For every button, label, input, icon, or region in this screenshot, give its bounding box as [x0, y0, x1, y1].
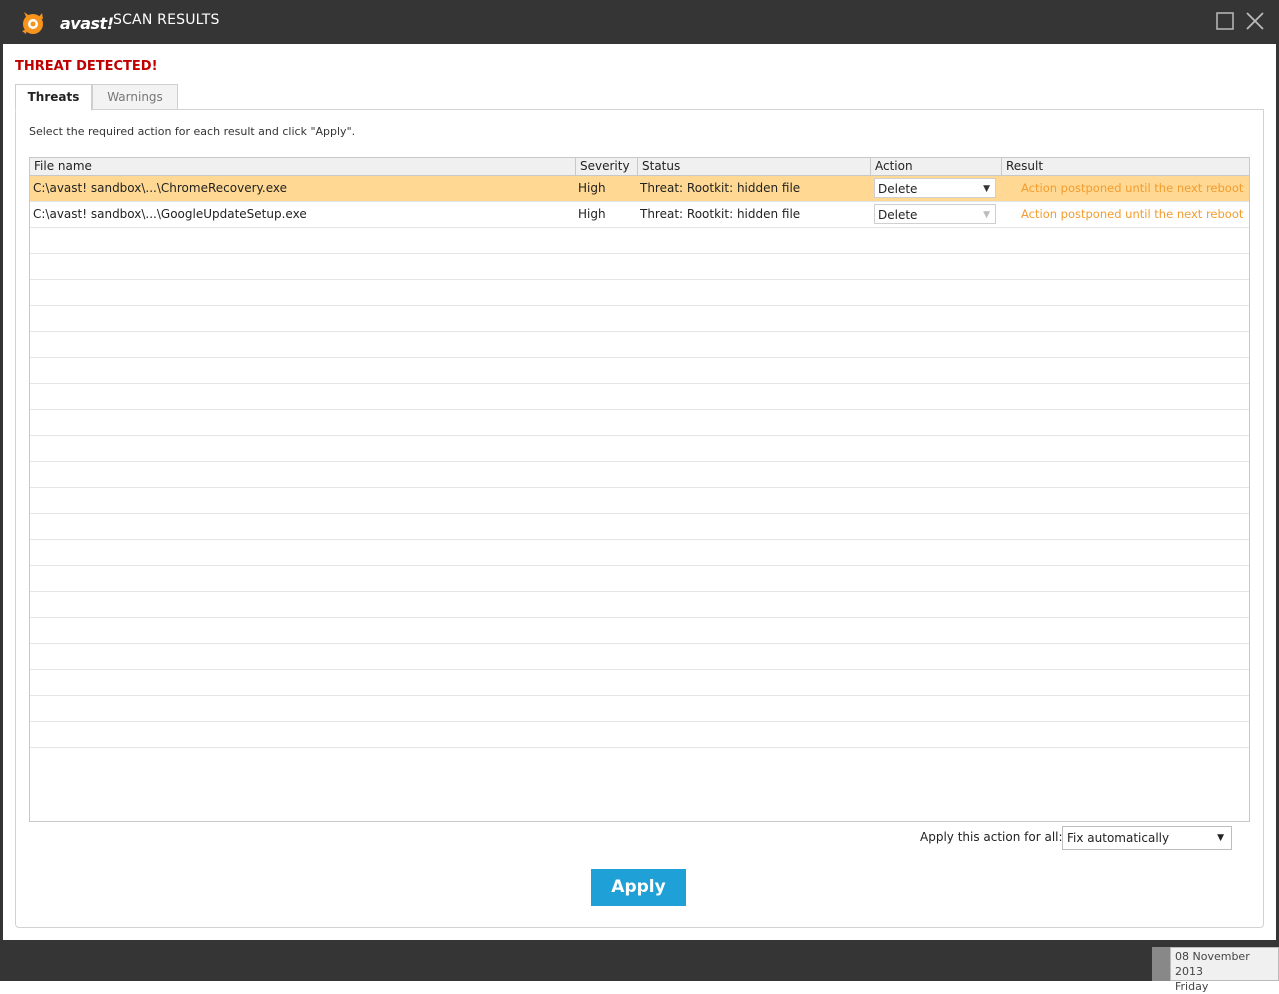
- empty-row: [30, 436, 1249, 462]
- results-table: File name Severity Status Action Result …: [29, 157, 1250, 822]
- window-title: SCAN RESULTS: [113, 12, 220, 28]
- empty-row: [30, 280, 1249, 306]
- window-border-left: [0, 44, 3, 940]
- empty-row: [30, 540, 1249, 566]
- title-bar: avast! SCAN RESULTS: [0, 0, 1279, 44]
- empty-row: [30, 228, 1249, 254]
- empty-row: [30, 384, 1249, 410]
- empty-row: [30, 488, 1249, 514]
- threat-alert-heading: THREAT DETECTED!: [15, 59, 158, 74]
- action-dropdown[interactable]: Delete ▼: [874, 204, 996, 224]
- taskbar-button[interactable]: [1152, 947, 1170, 981]
- empty-row: [30, 618, 1249, 644]
- empty-row: [30, 254, 1249, 280]
- maximize-icon[interactable]: [1215, 11, 1235, 31]
- cell-action: Delete ▼: [871, 176, 1003, 201]
- chevron-down-icon: ▼: [983, 210, 990, 220]
- empty-row: [30, 722, 1249, 748]
- action-dropdown-value: Delete: [878, 208, 918, 222]
- cell-severity: High: [578, 181, 606, 195]
- empty-row: [30, 462, 1249, 488]
- column-header-action[interactable]: Action: [871, 158, 1002, 175]
- tab-threats[interactable]: Threats: [15, 84, 92, 111]
- date-text: 08 November 2013: [1175, 950, 1250, 978]
- column-header-file-name[interactable]: File name: [30, 158, 576, 175]
- empty-row: [30, 358, 1249, 384]
- cell-status: Threat: Rootkit: hidden file: [640, 207, 801, 221]
- empty-row: [30, 306, 1249, 332]
- avast-logo-icon: avast!: [18, 6, 114, 40]
- apply-all-label: Apply this action for all:: [920, 830, 1063, 844]
- column-header-result[interactable]: Result: [1002, 158, 1249, 175]
- cell-file-name: C:\avast! sandbox\...\GoogleUpdateSetup.…: [33, 207, 307, 221]
- table-row[interactable]: C:\avast! sandbox\...\ChromeRecovery.exe…: [30, 176, 1249, 202]
- close-icon[interactable]: [1245, 11, 1265, 31]
- column-header-status[interactable]: Status: [638, 158, 871, 175]
- apply-all-dropdown[interactable]: Fix automatically ▼: [1062, 826, 1232, 850]
- column-header-severity[interactable]: Severity: [576, 158, 638, 175]
- empty-row: [30, 566, 1249, 592]
- chevron-down-icon: ▼: [983, 184, 990, 194]
- cell-file-name: C:\avast! sandbox\...\ChromeRecovery.exe: [33, 181, 288, 195]
- day-text: Friday: [1175, 980, 1209, 993]
- date-tooltip: 08 November 2013 Friday: [1170, 947, 1279, 993]
- action-dropdown[interactable]: Delete ▼: [874, 178, 996, 198]
- chevron-down-icon: ▼: [1217, 833, 1224, 843]
- cell-result: Action postponed until the next reboot: [1021, 207, 1244, 221]
- empty-row: [30, 644, 1249, 670]
- empty-row: [30, 410, 1249, 436]
- empty-row: [30, 514, 1249, 540]
- cell-action: Delete ▼: [871, 202, 1003, 227]
- threats-panel: Select the required action for each resu…: [15, 109, 1264, 928]
- logo-text: avast!: [60, 14, 114, 33]
- apply-button[interactable]: Apply: [591, 869, 686, 906]
- empty-row: [30, 332, 1249, 358]
- apply-all-value: Fix automatically: [1067, 831, 1170, 845]
- cell-result: Action postponed until the next reboot: [1021, 181, 1244, 195]
- table-header: File name Severity Status Action Result: [30, 158, 1249, 176]
- table-row[interactable]: C:\avast! sandbox\...\GoogleUpdateSetup.…: [30, 202, 1249, 228]
- empty-row: [30, 696, 1249, 722]
- tab-warnings[interactable]: Warnings: [92, 84, 178, 110]
- cell-status: Threat: Rootkit: hidden file: [640, 181, 801, 195]
- action-dropdown-value: Delete: [878, 182, 918, 196]
- instruction-text: Select the required action for each resu…: [29, 125, 356, 138]
- empty-row: [30, 592, 1249, 618]
- empty-row: [30, 670, 1249, 696]
- cell-severity: High: [578, 207, 606, 221]
- window-footer: [0, 940, 1279, 981]
